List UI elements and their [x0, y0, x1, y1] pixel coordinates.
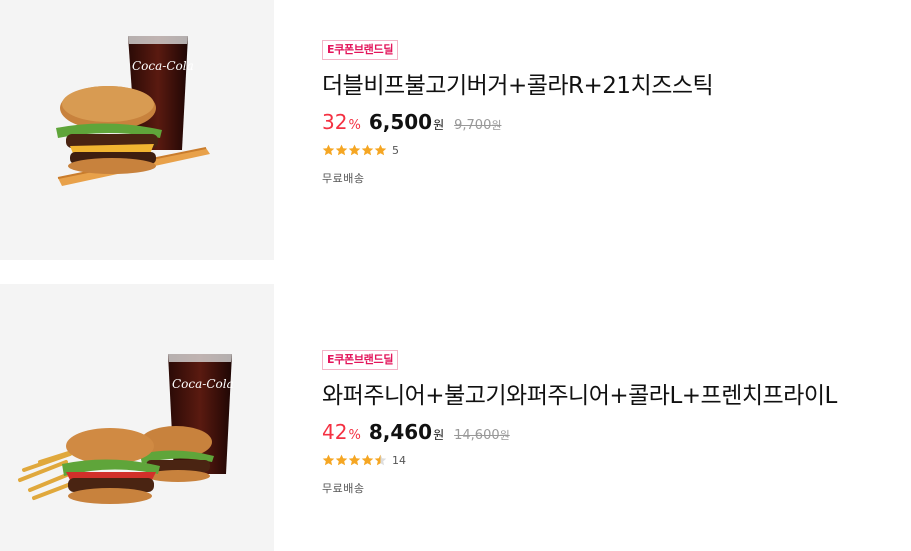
cola-logo: Coca-Cola [172, 377, 234, 391]
product-card[interactable]: Coca-Cola E쿠폰브랜드딜 와퍼주니어+불고기와퍼주니어+콜라L+프렌치… [0, 284, 911, 551]
original-price-unit: 원 [491, 119, 502, 132]
star-icon [322, 454, 335, 466]
original-price: 14,600 [454, 428, 500, 443]
cola-logo: Coca-Cola [132, 59, 194, 73]
star-icon [348, 144, 361, 156]
discount-rate: 42 [322, 420, 348, 444]
star-icon [335, 454, 348, 466]
coupon-badge: E쿠폰브랜드딜 [322, 350, 399, 370]
shipping-info: 무료배송 [322, 172, 365, 185]
star-icon [374, 454, 387, 466]
price-unit: 원 [433, 428, 445, 442]
product-title[interactable]: 와퍼주니어+불고기와퍼주니어+콜라L+프렌치프라이L [322, 380, 911, 412]
sale-price: 8,460 [368, 420, 433, 444]
star-icon [374, 144, 387, 156]
product-image[interactable]: Coca-Cola [0, 0, 274, 260]
product-title[interactable]: 더블비프불고기버거+콜라R+21치즈스틱 [322, 70, 911, 102]
product-info: E쿠폰브랜드딜 더블비프불고기버거+콜라R+21치즈스틱 32 % 6,500 … [322, 38, 911, 186]
product-image[interactable]: Coca-Cola [0, 284, 274, 551]
coupon-badge: E쿠폰브랜드딜 [322, 40, 399, 60]
star-icon [361, 144, 374, 156]
star-rating [322, 144, 387, 156]
price-row: 42 % 8,460 원 14,600 원 [322, 420, 911, 448]
review-count: 5 [392, 143, 399, 157]
price-row: 32 % 6,500 원 9,700 원 [322, 110, 911, 138]
original-price-unit: 원 [499, 429, 510, 442]
product-info: E쿠폰브랜드딜 와퍼주니어+불고기와퍼주니어+콜라L+프렌치프라이L 42 % … [322, 348, 911, 496]
star-rating [322, 454, 387, 466]
product-list: Coca-Cola E쿠폰브랜드딜 더블비프불고기버거+콜라R+21치즈스틱 3… [0, 0, 911, 551]
rating-row: 5 [322, 142, 911, 158]
discount-unit: % [348, 428, 361, 443]
price-unit: 원 [433, 118, 445, 132]
review-count: 14 [392, 453, 406, 467]
star-icon [322, 144, 335, 156]
discount-rate: 32 [322, 110, 348, 134]
star-icon [361, 454, 374, 466]
discount-unit: % [348, 118, 361, 133]
star-icon [335, 144, 348, 156]
shipping-info: 무료배송 [322, 482, 365, 495]
rating-row: 14 [322, 452, 911, 468]
product-card[interactable]: Coca-Cola E쿠폰브랜드딜 더블비프불고기버거+콜라R+21치즈스틱 3… [0, 0, 911, 260]
star-icon [348, 454, 361, 466]
sale-price: 6,500 [368, 110, 433, 134]
original-price: 9,700 [454, 118, 492, 133]
